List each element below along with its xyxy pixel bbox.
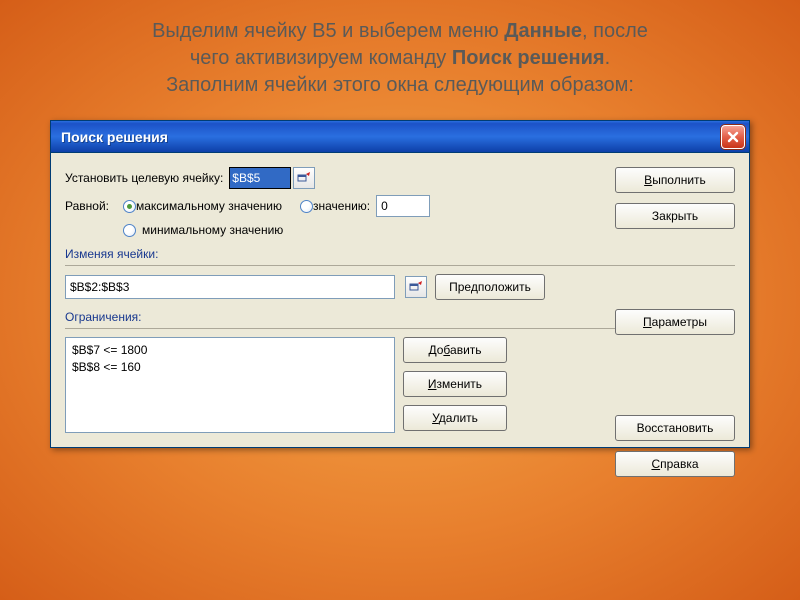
- changing-cells-input[interactable]: [65, 275, 395, 299]
- target-cell-label: Установить целевую ячейку:: [65, 171, 223, 185]
- close-button[interactable]: Закрыть: [615, 203, 735, 229]
- radio-max[interactable]: [123, 200, 136, 213]
- radio-min[interactable]: [123, 224, 136, 237]
- restore-button[interactable]: Восстановить: [615, 415, 735, 441]
- edit-button[interactable]: Изменить: [403, 371, 507, 397]
- instruction-text: Выделим ячейку B5 и выберем меню Данные,…: [0, 0, 800, 113]
- params-button[interactable]: Параметры: [615, 309, 735, 335]
- target-cell-input[interactable]: [229, 167, 291, 189]
- add-button[interactable]: Добавить: [403, 337, 507, 363]
- value-input[interactable]: [376, 195, 430, 217]
- close-icon[interactable]: [721, 125, 745, 149]
- guess-button[interactable]: Предположить: [435, 274, 545, 300]
- delete-button[interactable]: Удалить: [403, 405, 507, 431]
- list-item[interactable]: $B$8 <= 160: [72, 359, 388, 376]
- dialog-title: Поиск решения: [61, 129, 721, 145]
- radio-value-label[interactable]: значению:: [313, 199, 370, 213]
- help-button[interactable]: Справка: [615, 451, 735, 477]
- equal-label: Равной:: [65, 199, 117, 213]
- titlebar[interactable]: Поиск решения: [51, 121, 749, 153]
- radio-value[interactable]: [300, 200, 313, 213]
- solver-dialog: Поиск решения Выполнить Закрыть Параметр…: [50, 120, 750, 448]
- list-item[interactable]: $B$7 <= 1800: [72, 342, 388, 359]
- radio-min-label[interactable]: минимальному значению: [142, 223, 283, 237]
- constraints-list[interactable]: $B$7 <= 1800 $B$8 <= 160: [65, 337, 395, 433]
- run-button[interactable]: Выполнить: [615, 167, 735, 193]
- target-ref-icon[interactable]: [293, 167, 315, 189]
- radio-max-label[interactable]: максимальному значению: [136, 199, 282, 213]
- changing-ref-icon[interactable]: [405, 276, 427, 298]
